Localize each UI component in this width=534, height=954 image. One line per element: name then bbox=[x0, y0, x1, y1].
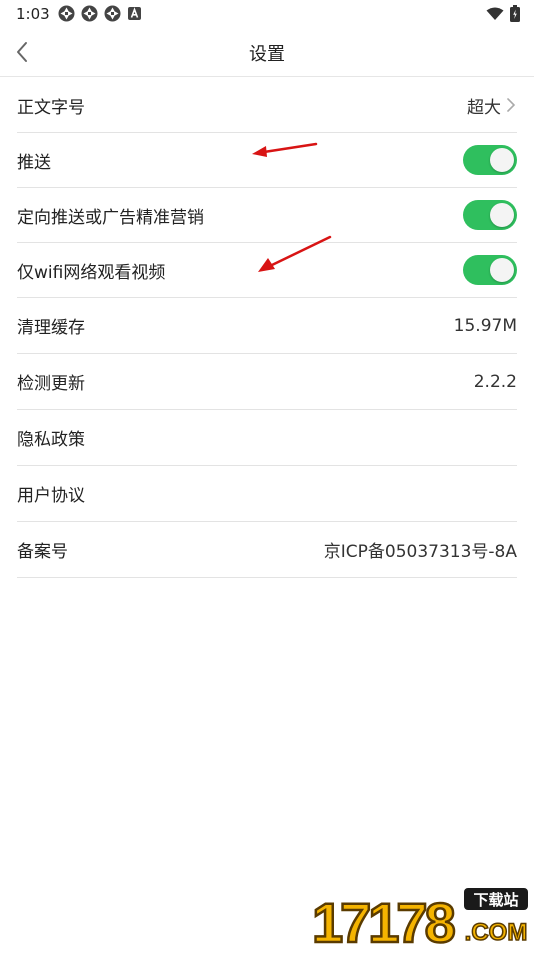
page-title: 设置 bbox=[249, 44, 285, 65]
battery-icon bbox=[510, 5, 520, 22]
watermark-number: 17178 bbox=[312, 891, 455, 950]
wifi-only-video-toggle[interactable] bbox=[463, 255, 517, 285]
setting-targeted-ads: 定向推送或广告精准营销 bbox=[17, 188, 517, 243]
setting-clear-cache[interactable]: 清理缓存 15.97M bbox=[17, 298, 517, 354]
toggle-knob bbox=[490, 148, 514, 172]
watermark-domain: .COM bbox=[465, 919, 528, 946]
setting-wifi-only-video: 仅wifi网络观看视频 bbox=[17, 243, 517, 298]
status-right bbox=[486, 5, 520, 22]
status-time: 1:03 bbox=[16, 5, 50, 23]
setting-label: 正文字号 bbox=[17, 97, 85, 118]
setting-label: 隐私政策 bbox=[17, 430, 85, 450]
push-toggle[interactable] bbox=[463, 145, 517, 175]
version-value: 2.2.2 bbox=[473, 371, 517, 392]
font-size-value-group: 超大 bbox=[467, 93, 517, 118]
toggle-knob bbox=[490, 203, 514, 227]
cache-size-value: 15.97M bbox=[453, 315, 517, 336]
watermark-tag: 下载站 bbox=[473, 891, 518, 909]
icp-record-value: 京ICP备05037313号-8A bbox=[323, 542, 517, 562]
settings-list: 正文字号 超大 推送 定向推送或广告精准营销 仅wifi网络观看视频 清理缓存 … bbox=[17, 78, 517, 578]
setting-label: 备案号 bbox=[17, 542, 68, 562]
setting-label: 用户协议 bbox=[17, 486, 85, 506]
setting-check-update[interactable]: 检测更新 2.2.2 bbox=[17, 354, 517, 410]
setting-font-size[interactable]: 正文字号 超大 bbox=[17, 78, 517, 133]
targeted-ads-toggle[interactable] bbox=[463, 200, 517, 230]
notification-icons bbox=[58, 5, 142, 22]
setting-label: 检测更新 bbox=[17, 374, 85, 394]
setting-icp-record[interactable]: 备案号 京ICP备05037313号-8A bbox=[17, 522, 517, 578]
header: 设置 bbox=[0, 28, 534, 77]
setting-label: 推送 bbox=[17, 152, 51, 173]
aperture-icon bbox=[58, 5, 75, 22]
setting-user-agreement[interactable]: 用户协议 bbox=[17, 466, 517, 522]
aperture-icon bbox=[104, 5, 121, 22]
setting-label: 定向推送或广告精准营销 bbox=[17, 207, 204, 228]
watermark: 17178 下载站 .COM bbox=[304, 884, 534, 954]
setting-privacy-policy[interactable]: 隐私政策 bbox=[17, 410, 517, 466]
a-badge-icon bbox=[128, 7, 141, 20]
setting-label: 仅wifi网络观看视频 bbox=[17, 262, 166, 283]
chevron-right-icon bbox=[507, 98, 516, 112]
wifi-icon bbox=[486, 7, 504, 20]
toggle-knob bbox=[490, 258, 514, 282]
setting-label: 清理缓存 bbox=[17, 318, 85, 338]
setting-push: 推送 bbox=[17, 133, 517, 188]
status-bar: 1:03 bbox=[0, 0, 534, 28]
aperture-icon bbox=[81, 5, 98, 22]
font-size-value: 超大 bbox=[467, 97, 501, 118]
